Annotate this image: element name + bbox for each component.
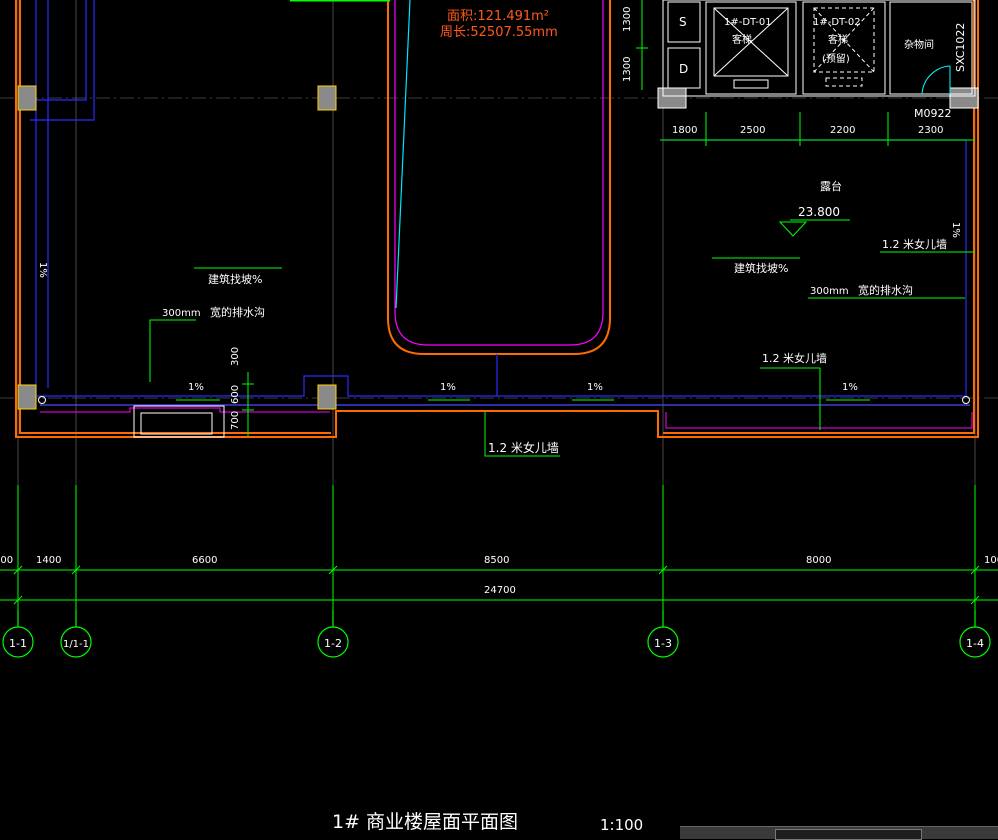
dim-600: 600	[230, 385, 241, 404]
slope-pct-vertical: 1%	[950, 222, 961, 238]
pool-outline	[387, 0, 611, 355]
column	[17, 384, 37, 410]
dim-1400: 1400	[36, 555, 61, 566]
dim-6600: 6600	[192, 555, 217, 566]
pool-area-label: 面积:121.491m²	[447, 9, 549, 24]
column	[657, 87, 687, 109]
drawing-title: 1# 商业楼屋面平面图	[332, 811, 518, 833]
dim-2500: 2500	[740, 125, 765, 136]
axis-label: 1-3	[654, 637, 672, 650]
column	[949, 87, 979, 109]
parapet-note-bottom: 1.2 米女儿墙	[488, 440, 559, 455]
drain-width-right: 300mm	[810, 286, 849, 297]
drawing-scale: 1:100	[600, 816, 643, 834]
roof-plan-drawing: 面积:121.491m² 周长:52507.55mm S D 1#-DT-01 …	[0, 0, 998, 834]
dim-8000: 8000	[806, 555, 831, 566]
pool-perimeter-label: 周长:52507.55mm	[440, 25, 558, 40]
dim-300: 300	[230, 347, 241, 366]
dim-700: 700	[230, 411, 241, 430]
drain-width-left: 300mm	[162, 308, 201, 319]
terrace-elevation: 23.800	[798, 205, 840, 219]
elevator1-code: 1#-DT-01	[724, 17, 772, 28]
parapet-note-right: 1.2 米女儿墙	[882, 237, 947, 251]
parapet-note-mid: 1.2 米女儿墙	[762, 351, 827, 365]
drain-desc-right: 宽的排水沟	[858, 283, 913, 297]
axis-label: 1-4	[966, 637, 984, 650]
slope-note-left: 建筑找坡%	[208, 272, 262, 286]
axis-label: 1-1	[9, 637, 27, 650]
dim-1300-upper: 1300	[622, 7, 633, 32]
elevator2-code: 1#-DT-02	[813, 17, 861, 28]
room-s-label: S	[679, 15, 687, 29]
dim-2300: 2300	[918, 125, 943, 136]
axis-bubbles	[2, 610, 991, 658]
dimension-lines	[0, 0, 998, 610]
axis-label: 1-2	[324, 637, 342, 650]
drain-marker	[962, 396, 970, 404]
terrace-label: 露台	[820, 179, 842, 193]
room-d-label: D	[679, 62, 688, 76]
elevator1-name: 客梯	[732, 33, 752, 46]
drain-desc-left: 宽的排水沟	[210, 305, 265, 319]
slope-pct: 1%	[188, 382, 204, 393]
dim-1300-lower: 1300	[622, 57, 633, 82]
storage-room-label: 杂物间	[904, 38, 934, 51]
axis-label: 1/1-1	[63, 639, 89, 650]
dim-left-100: 100	[0, 555, 13, 566]
column	[17, 85, 37, 111]
door-code: M0922	[914, 107, 952, 120]
elevator2-note: (预留)	[822, 52, 850, 65]
dim-2200: 2200	[830, 125, 855, 136]
dim-total: 24700	[484, 585, 516, 596]
window-code: SXC1022	[954, 23, 967, 72]
column	[317, 384, 337, 410]
dim-8500: 8500	[484, 555, 509, 566]
dim-1800: 1800	[672, 125, 697, 136]
axis-grid-lines	[0, 0, 998, 600]
slope-pct: 1%	[587, 382, 603, 393]
slope-pct: 1%	[842, 382, 858, 393]
slope-note-right: 建筑找坡%	[734, 261, 788, 275]
dim-right-100: 100	[984, 555, 998, 566]
elevator2-name: 客梯	[828, 33, 848, 46]
slope-pct: 1%	[440, 382, 456, 393]
slope-pct-vertical: 1%	[37, 262, 48, 278]
drain-marker	[38, 396, 46, 404]
column	[317, 85, 337, 111]
command-input-field[interactable]	[775, 829, 922, 840]
